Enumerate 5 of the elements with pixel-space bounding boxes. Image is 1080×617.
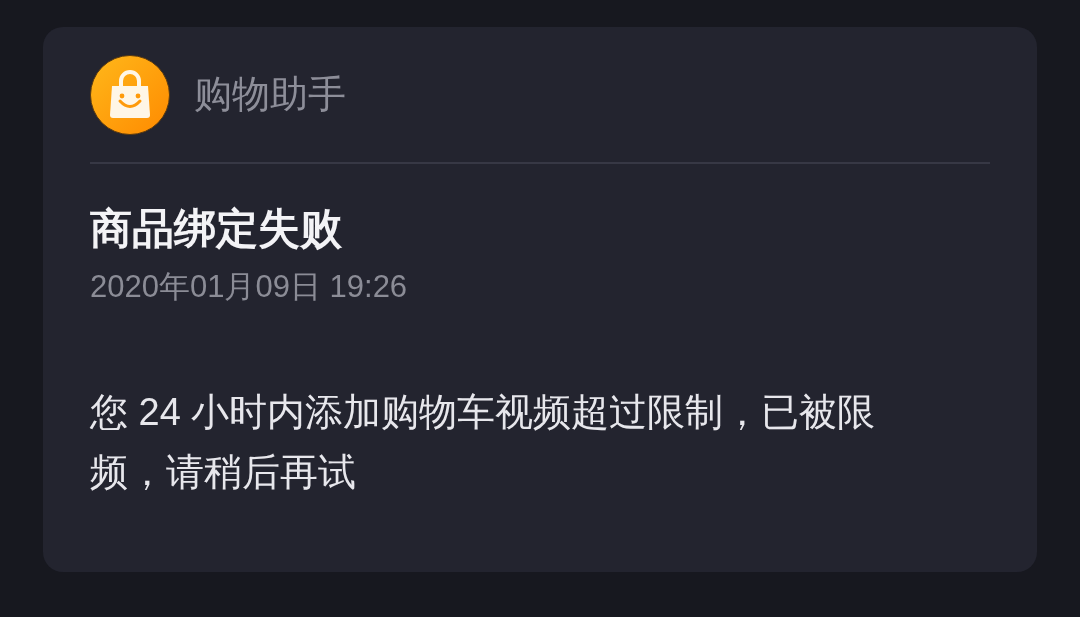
smiling-bag-icon bbox=[90, 55, 170, 135]
notification-title: 商品绑定失败 bbox=[90, 204, 343, 254]
message-text: 您 24 小时内添加购物车视频超过限制，已被限频，请稍后再试 bbox=[90, 390, 877, 495]
app-name: 购物助手 bbox=[194, 72, 346, 118]
timestamp: 2020年01月09日 19:26 bbox=[90, 268, 409, 306]
